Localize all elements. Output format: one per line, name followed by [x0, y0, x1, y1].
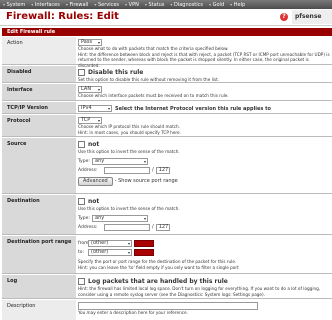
action-label: Action: [2, 37, 76, 64]
source-type-select[interactable]: any ▾: [92, 157, 148, 165]
dest-port-to-input[interactable]: [134, 249, 154, 256]
disabled-hint: Set this option to disable this rule wit…: [78, 77, 220, 82]
protocol-hint: Choose which IP protocol this rule shoul…: [78, 124, 181, 135]
row-log: Log Log packets that are handled by this…: [2, 275, 332, 299]
source-mask-select[interactable]: 127: [155, 166, 170, 174]
page-title: Firewall: Rules: Edit: [6, 11, 119, 22]
menu-gold-label: Gold: [212, 1, 225, 8]
help-icon[interactable]: ?: [280, 13, 288, 21]
disable-rule-checkbox-label: Disable this rule: [88, 69, 144, 76]
destination-address-input[interactable]: [104, 223, 150, 231]
chevron-down-icon: ▾: [107, 106, 110, 111]
tcpip-text: Select the Internet Protocol version thi…: [115, 105, 271, 112]
log-checkbox-label: Log packets that are handled by this rul…: [88, 278, 228, 285]
row-tcpip: TCP/IP Version IPv4 ▾ Select the Internet …: [2, 102, 332, 114]
destination-not-checkbox[interactable]: [78, 198, 85, 205]
menu-diagnostics-label: Diagnostics: [174, 1, 204, 8]
destination-mask-select[interactable]: 127: [155, 223, 170, 231]
row-interface: Interface LAN ▾ Choose which interface pa…: [2, 84, 332, 101]
menu-help-label: Help: [233, 1, 246, 8]
log-hint: Hint: the firewall has limited local log…: [78, 286, 321, 297]
destination-type-select[interactable]: any ▾: [92, 214, 148, 222]
chevron-down-icon: ▾: [127, 241, 130, 246]
chevron-down-icon: ▾: [143, 158, 146, 164]
dest-port-hint: Specify the port or port range for the d…: [78, 259, 239, 270]
chevron-down-icon: ▾: [127, 250, 130, 255]
destination-not-hint: Use this option to invert the sense of t…: [78, 206, 180, 211]
destination-not-label: not: [88, 198, 100, 205]
source-address-input[interactable]: [104, 166, 150, 174]
dest-port-from-input[interactable]: [134, 240, 154, 247]
menu-firewall-label: Firewall: [69, 1, 89, 8]
chevron-down-icon: ▾: [143, 215, 146, 221]
dest-port-from-select[interactable]: (other) ▾: [88, 240, 132, 247]
source-not-label: not: [88, 141, 100, 148]
chevron-down-icon: ▾: [97, 87, 100, 92]
destination-address-label: Address:: [78, 224, 98, 230]
destination-type-value: any: [95, 214, 105, 221]
protocol-label: Protocol: [2, 115, 76, 136]
interface-hint: Choose which interface packets must be r…: [78, 93, 229, 98]
action-select-value: Pass: [81, 39, 93, 45]
menu-status-label: Status: [148, 1, 165, 8]
dest-port-to-value: (other): [91, 249, 109, 255]
row-disabled: Disabled Disable this rule Set this opti…: [2, 66, 332, 83]
dest-port-to-label: to:: [78, 250, 85, 255]
destination-type-label: Type:: [78, 215, 90, 221]
row-destination: Destination not Use this option to inver…: [2, 195, 332, 235]
source-type-value: any: [95, 157, 105, 164]
source-not-hint: Use this option to invert the sense of t…: [78, 149, 180, 154]
description-label: Description: [2, 300, 76, 320]
menu-vpn-label: VPN: [128, 1, 139, 8]
tcpip-label: TCP/IP Version: [2, 102, 76, 113]
source-type-label: Type:: [78, 158, 90, 164]
tcpip-select-value: IPv4: [81, 105, 92, 111]
row-dest-port: Destination port range from: (other) ▾ to:…: [2, 236, 332, 274]
dest-port-label: Destination port range: [2, 236, 76, 273]
action-select[interactable]: Pass ▾: [78, 39, 102, 46]
destination-label: Destination: [2, 195, 76, 234]
source-label: Source: [2, 138, 76, 193]
protocol-select[interactable]: TCP ▾: [78, 117, 102, 124]
disable-rule-checkbox[interactable]: [78, 69, 85, 76]
source-not-checkbox[interactable]: [78, 141, 85, 148]
description-hint: You may enter a description here for you…: [78, 310, 188, 315]
dest-port-from-value: (other): [91, 240, 109, 246]
source-mask-value: 127: [158, 166, 169, 173]
menu-interfaces-label: Interfaces: [34, 1, 60, 8]
dest-port-from-label: from:: [78, 241, 90, 246]
interface-label: Interface: [2, 84, 76, 100]
interface-select-value: LAN: [81, 86, 92, 92]
menu-system-label: System: [6, 1, 26, 8]
row-source: Source not Use this option to invert the…: [2, 138, 332, 194]
pfsense-logo: pfsense: [292, 10, 332, 24]
tcpip-select[interactable]: IPv4 ▾: [78, 105, 112, 112]
chevron-down-icon: ▾: [97, 118, 100, 123]
row-protocol: Protocol TCP ▾ Choose which IP protocol t…: [2, 115, 332, 137]
row-action: Action Pass ▾ Choose what to do with pack…: [2, 37, 332, 68]
title-bar: Firewall: Rules: Edit ? pfsense: [0, 9, 332, 26]
log-checkbox[interactable]: [78, 278, 85, 285]
menu-services-label: Services: [97, 1, 120, 8]
log-label: Log: [2, 275, 76, 298]
disabled-label: Disabled: [2, 66, 76, 82]
source-address-label: Address:: [78, 167, 98, 173]
protocol-select-value: TCP: [81, 117, 91, 123]
destination-mask-value: 127: [158, 223, 169, 230]
row-description: Description You may enter a description …: [2, 300, 332, 320]
top-menubar: ▾ System ▾ Interfaces ▾ Firewall ▾ Servi…: [0, 0, 332, 9]
section-header: Edit Firewall rule: [2, 28, 332, 36]
advanced-hint: - Show source port range: [114, 178, 178, 185]
dest-port-to-select[interactable]: (other) ▾: [88, 249, 132, 256]
chevron-down-icon: ▾: [97, 40, 100, 45]
advanced-button[interactable]: Advanced: [78, 176, 113, 186]
interface-select[interactable]: LAN ▾: [78, 86, 102, 93]
description-input[interactable]: [78, 302, 258, 310]
